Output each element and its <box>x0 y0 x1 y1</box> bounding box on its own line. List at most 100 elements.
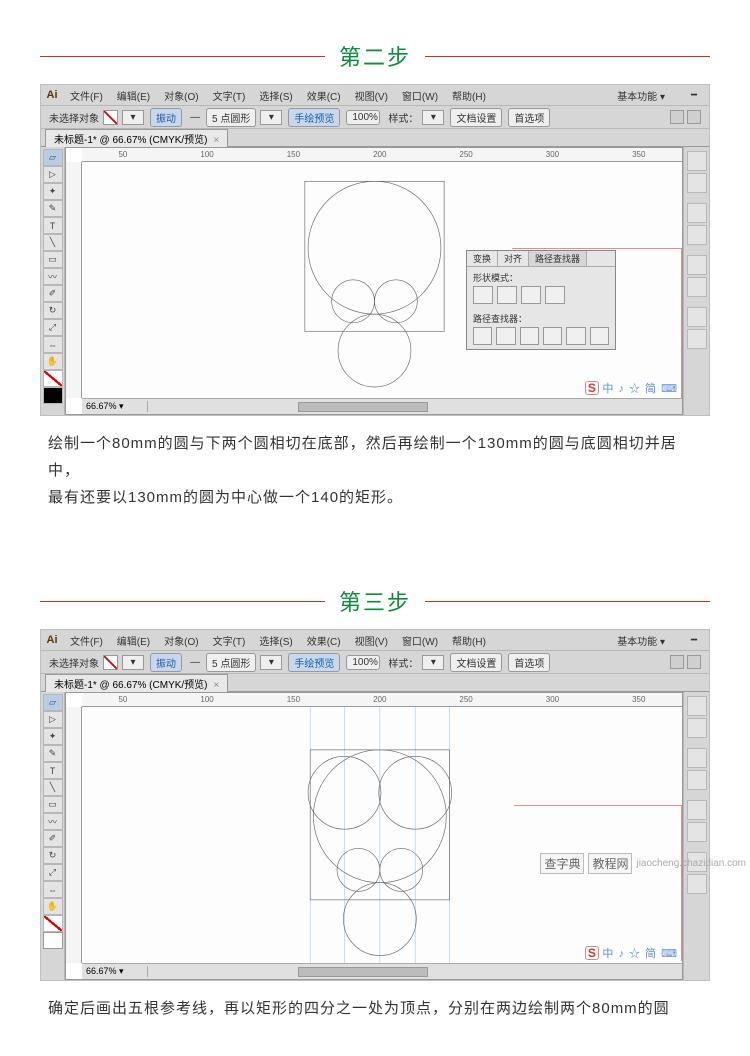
merge-icon[interactable] <box>520 327 539 345</box>
horizontal-scrollbar[interactable]: 66.67% ▾ <box>82 398 682 414</box>
intersect-icon[interactable] <box>521 286 541 304</box>
hand-tool-icon[interactable]: ✋ <box>43 353 63 370</box>
panel-brushes-icon[interactable] <box>687 800 707 820</box>
selection-tool-icon[interactable]: ▱ <box>43 149 63 166</box>
menu-effect[interactable]: 效果(C) <box>300 633 348 648</box>
stroke-weight[interactable]: 5 点圆形 <box>206 653 256 672</box>
canvas[interactable]: 50 100 150 200 250 300 350 <box>65 147 683 415</box>
workspace-switcher[interactable]: 基本功能 ▾ <box>617 88 679 103</box>
ctrl-icon-1[interactable] <box>670 110 684 124</box>
menu-object[interactable]: 对象(O) <box>157 633 205 648</box>
ctrl-icon-1[interactable] <box>670 655 684 669</box>
menu-view[interactable]: 视图(V) <box>348 633 395 648</box>
brush-dd[interactable]: ▾ <box>260 655 282 670</box>
panel-symbols-icon[interactable] <box>687 822 707 842</box>
doc-setup-button[interactable]: 文档设置 <box>450 108 502 127</box>
style-dd[interactable]: ▾ <box>422 655 444 670</box>
scroll-thumb[interactable] <box>298 967 428 977</box>
preferences-button[interactable]: 首选项 <box>508 108 550 127</box>
exclude-icon[interactable] <box>545 286 565 304</box>
minus-front-icon[interactable] <box>497 286 517 304</box>
stroke-profile-select[interactable]: 振动 <box>150 653 182 672</box>
ctrl-icon-2[interactable] <box>687 110 701 124</box>
fill-none-icon[interactable] <box>43 370 63 387</box>
rotate-tool-icon[interactable]: ↻ <box>43 847 63 864</box>
tab-pathfinder[interactable]: 路径查找器 <box>529 251 587 266</box>
outline-icon[interactable] <box>566 327 585 345</box>
preview-mode[interactable]: 手绘预览 <box>288 653 340 672</box>
menu-help[interactable]: 帮助(H) <box>445 633 493 648</box>
close-tab-icon[interactable]: × <box>214 680 220 691</box>
rect-tool-icon[interactable]: ▭ <box>43 796 63 813</box>
menu-effect[interactable]: 效果(C) <box>300 88 348 103</box>
brush-tool-icon[interactable]: 〰 <box>43 813 63 830</box>
width-tool-icon[interactable]: ⇔ <box>43 336 63 353</box>
zoom-level[interactable]: 66.67% ▾ <box>82 966 148 977</box>
menu-select[interactable]: 选择(S) <box>252 88 299 103</box>
unite-icon[interactable] <box>473 286 493 304</box>
trim-icon[interactable] <box>496 327 515 345</box>
pathfinder-panel[interactable]: 变换 对齐 路径查找器 形状模式： 路径查找器： <box>466 250 616 350</box>
menu-select[interactable]: 选择(S) <box>252 633 299 648</box>
style-dd[interactable]: ▾ <box>422 110 444 125</box>
selection-tool-icon[interactable]: ▱ <box>43 694 63 711</box>
panel-color-icon[interactable] <box>687 151 707 171</box>
fill-none-icon[interactable] <box>43 915 63 932</box>
type-tool-icon[interactable]: T <box>43 217 63 234</box>
direct-select-tool-icon[interactable]: ▷ <box>43 166 63 183</box>
divide-icon[interactable] <box>473 327 492 345</box>
line-tool-icon[interactable]: ╲ <box>43 234 63 251</box>
crop-icon[interactable] <box>543 327 562 345</box>
opacity-value[interactable]: 100% <box>346 110 380 125</box>
panel-stroke-icon[interactable] <box>687 203 707 223</box>
pen-tool-icon[interactable]: ✎ <box>43 200 63 217</box>
panel-brushes-icon[interactable] <box>687 255 707 275</box>
rotate-tool-icon[interactable]: ↻ <box>43 302 63 319</box>
stroke-color-box[interactable]: ▾ <box>122 655 144 670</box>
panel-swatches-icon[interactable] <box>687 718 707 738</box>
minus-back-icon[interactable] <box>590 327 609 345</box>
menu-edit[interactable]: 编辑(E) <box>110 633 157 648</box>
panel-type-icon[interactable] <box>687 329 707 349</box>
fill-swatch-none[interactable] <box>103 655 118 670</box>
menu-edit[interactable]: 编辑(E) <box>110 88 157 103</box>
menu-window[interactable]: 窗口(W) <box>395 633 445 648</box>
scroll-thumb[interactable] <box>298 402 428 412</box>
menu-type[interactable]: 文字(T) <box>206 88 253 103</box>
tab-align[interactable]: 对齐 <box>498 251 529 266</box>
panel-type-icon[interactable] <box>687 874 707 894</box>
panel-swatches-icon[interactable] <box>687 173 707 193</box>
pencil-tool-icon[interactable]: ✐ <box>43 830 63 847</box>
close-tab-icon[interactable]: × <box>214 135 220 146</box>
line-tool-icon[interactable]: ╲ <box>43 779 63 796</box>
brush-tool-icon[interactable]: 〰 <box>43 268 63 285</box>
menu-view[interactable]: 视图(V) <box>348 88 395 103</box>
direct-select-tool-icon[interactable]: ▷ <box>43 711 63 728</box>
menu-file[interactable]: 文件(F) <box>63 633 110 648</box>
menu-file[interactable]: 文件(F) <box>63 88 110 103</box>
panel-stroke-icon[interactable] <box>687 748 707 768</box>
document-tab[interactable]: 未标题-1* @ 66.67% (CMYK/预览)× <box>45 129 228 147</box>
pencil-tool-icon[interactable]: ✐ <box>43 285 63 302</box>
color-swatch-icon[interactable] <box>43 932 63 949</box>
menu-help[interactable]: 帮助(H) <box>445 88 493 103</box>
document-tab[interactable]: 未标题-1* @ 66.67% (CMYK/预览)× <box>45 674 228 692</box>
horizontal-scrollbar[interactable]: 66.67% ▾ <box>82 963 682 979</box>
panel-symbols-icon[interactable] <box>687 277 707 297</box>
minimize-icon[interactable]: ━ <box>679 635 709 646</box>
scale-tool-icon[interactable]: ⤢ <box>43 319 63 336</box>
zoom-level[interactable]: 66.67% ▾ <box>82 401 148 412</box>
hand-tool-icon[interactable]: ✋ <box>43 898 63 915</box>
panel-gradient-icon[interactable] <box>687 225 707 245</box>
menu-type[interactable]: 文字(T) <box>206 633 253 648</box>
rect-tool-icon[interactable]: ▭ <box>43 251 63 268</box>
minimize-icon[interactable]: ━ <box>679 90 709 101</box>
color-swatch-icon[interactable] <box>43 387 63 404</box>
preferences-button[interactable]: 首选项 <box>508 653 550 672</box>
width-tool-icon[interactable]: ⇔ <box>43 881 63 898</box>
pen-tool-icon[interactable]: ✎ <box>43 745 63 762</box>
doc-setup-button[interactable]: 文档设置 <box>450 653 502 672</box>
opacity-value[interactable]: 100% <box>346 655 380 670</box>
menu-object[interactable]: 对象(O) <box>157 88 205 103</box>
stroke-profile-select[interactable]: 振动 <box>150 108 182 127</box>
